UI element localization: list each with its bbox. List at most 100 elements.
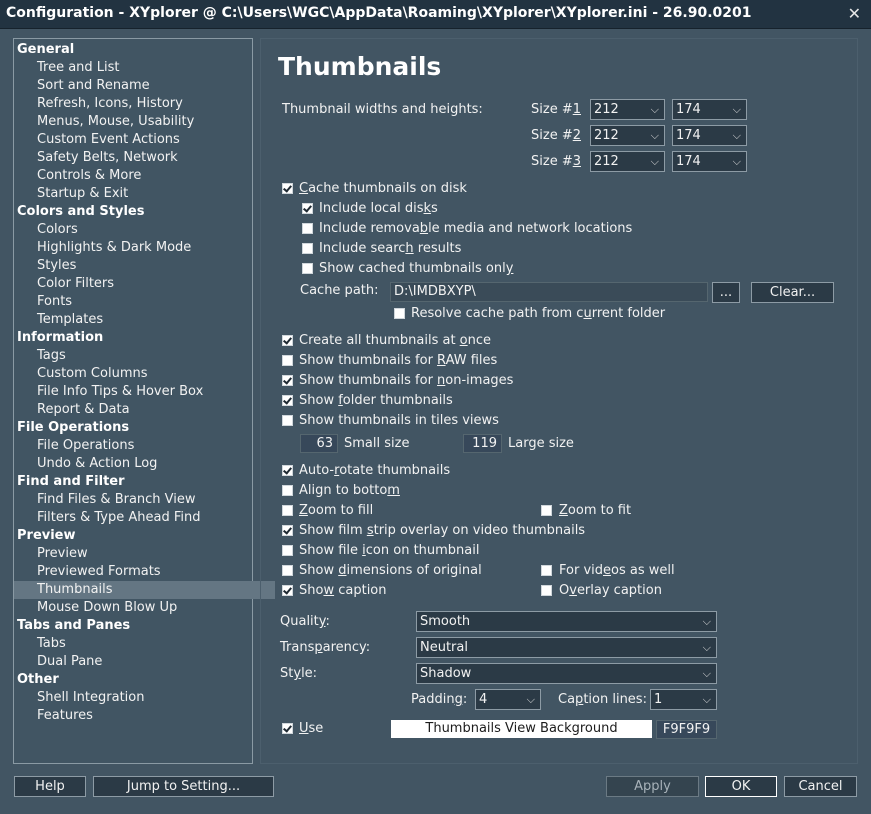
tree-item-find-files-branch[interactable]: Find Files & Branch View [14,491,275,509]
zoom-fill-label[interactable]: Zoom to fill [299,503,373,518]
tree-item-mouse-down-blow-up[interactable]: Mouse Down Blow Up [14,599,275,617]
tree-category-tabs-and-panes[interactable]: Tabs and Panes [14,617,255,635]
tree-item-features[interactable]: Features [14,707,275,725]
style-select[interactable]: Shadow ⌵ [416,663,717,684]
tree-item-sort-and-rename[interactable]: Sort and Rename [14,77,275,95]
overlay-caption-checkbox[interactable] [541,585,552,596]
tree-item-file-info-tips[interactable]: File Info Tips & Hover Box [14,383,275,401]
show-cached-only-label[interactable]: Show cached thumbnails only [319,261,513,276]
tree-item-controls-more[interactable]: Controls & More [14,167,275,185]
background-color-button[interactable]: Thumbnails View Background [391,720,652,738]
include-removable-checkbox[interactable] [302,223,313,234]
use-background-label[interactable]: Use [299,721,323,736]
tree-item-tags[interactable]: Tags [14,347,275,365]
tree-item-previewed-formats[interactable]: Previewed Formats [14,563,275,581]
browse-button[interactable]: ... [712,282,740,303]
tree-item-undo-action-log[interactable]: Undo & Action Log [14,455,275,473]
tree-item-dual-pane[interactable]: Dual Pane [14,653,275,671]
tree-category-find-and-filter[interactable]: Find and Filter [14,473,255,491]
overlay-caption-label[interactable]: Overlay caption [559,583,662,598]
file-icon-label[interactable]: Show file icon on thumbnail [299,543,479,558]
large-size-input[interactable]: 119 [463,434,502,453]
show-cached-only-checkbox[interactable] [302,263,313,274]
film-strip-label[interactable]: Show film strip overlay on video thumbna… [299,523,585,538]
tree-item-fonts[interactable]: Fonts [14,293,275,311]
size2-width-select[interactable]: 212 ⌵ [590,125,665,146]
include-removable-label[interactable]: Include removable media and network loca… [319,221,632,236]
tree-item-startup-exit[interactable]: Startup & Exit [14,185,275,203]
show-raw-label[interactable]: Show thumbnails for RAW files [299,353,497,368]
tree-category-other[interactable]: Other [14,671,255,689]
zoom-fit-label[interactable]: Zoom to fit [559,503,631,518]
cache-on-disk-checkbox[interactable] [282,183,293,194]
tree-category-general[interactable]: General [14,41,255,59]
resolve-cache-label[interactable]: Resolve cache path from current folder [411,306,665,321]
small-size-input[interactable]: 63 [300,434,338,453]
tree-category-information[interactable]: Information [14,329,255,347]
ok-button[interactable]: OK [705,776,777,797]
dimensions-label[interactable]: Show dimensions of original [299,563,482,578]
create-all-label[interactable]: Create all thumbnails at once [299,333,491,348]
tree-item-highlights-dark-mode[interactable]: Highlights & Dark Mode [14,239,275,257]
size1-height-select[interactable]: 174 ⌵ [672,99,747,120]
tree-item-safety-belts-network[interactable]: Safety Belts, Network [14,149,275,167]
background-color-value[interactable]: F9F9F9 [656,720,717,739]
film-strip-checkbox[interactable] [282,525,293,536]
size1-width-select[interactable]: 212 ⌵ [590,99,665,120]
tree-item-colors[interactable]: Colors [14,221,275,239]
tree-category-colors-and-styles[interactable]: Colors and Styles [14,203,255,221]
tree-item-styles[interactable]: Styles [14,257,275,275]
tree-item-menus-mouse-usability[interactable]: Menus, Mouse, Usability [14,113,275,131]
show-folder-checkbox[interactable] [282,395,293,406]
tree-item-tabs[interactable]: Tabs [14,635,275,653]
videos-as-well-label[interactable]: For videos as well [559,563,675,578]
tree-item-shell-integration[interactable]: Shell Integration [14,689,275,707]
create-all-checkbox[interactable] [282,335,293,346]
transparency-select[interactable]: Neutral ⌵ [416,637,717,658]
size3-height-select[interactable]: 174 ⌵ [672,151,747,172]
tree-item-filters-type-ahead[interactable]: Filters & Type Ahead Find [14,509,275,527]
tree-item-preview[interactable]: Preview [14,545,275,563]
clear-button[interactable]: Clear... [751,282,834,303]
include-search-label[interactable]: Include search results [319,241,461,256]
use-background-checkbox[interactable] [282,723,293,734]
tree-item-custom-event-actions[interactable]: Custom Event Actions [14,131,275,149]
auto-rotate-checkbox[interactable] [282,465,293,476]
zoom-fit-checkbox[interactable] [541,505,552,516]
tree-category-preview[interactable]: Preview [14,527,255,545]
cache-on-disk-label[interactable]: Cache thumbnails on disk [299,181,467,196]
tree-item-tree-and-list[interactable]: Tree and List [14,59,275,77]
show-raw-checkbox[interactable] [282,355,293,366]
padding-select[interactable]: 4 ⌵ [475,689,541,710]
quality-select[interactable]: Smooth ⌵ [416,611,717,632]
apply-button[interactable]: Apply [606,776,699,797]
auto-rotate-label[interactable]: Auto-rotate thumbnails [299,463,450,478]
tree-item-thumbnails[interactable]: Thumbnails [14,581,275,599]
cache-path-input[interactable]: D:\IMDBXYP\ [390,282,708,302]
tree-item-report-data[interactable]: Report & Data [14,401,275,419]
include-local-checkbox[interactable] [302,203,313,214]
align-bottom-checkbox[interactable] [282,485,293,496]
size2-height-select[interactable]: 174 ⌵ [672,125,747,146]
resolve-cache-checkbox[interactable] [394,308,405,319]
show-caption-label[interactable]: Show caption [299,583,387,598]
show-tiles-label[interactable]: Show thumbnails in tiles views [299,413,499,428]
category-tree[interactable]: General Tree and List Sort and Rename Re… [13,38,275,764]
tree-item-refresh-icons-history[interactable]: Refresh, Icons, History [14,95,275,113]
tree-item-templates[interactable]: Templates [14,311,275,329]
tree-item-custom-columns[interactable]: Custom Columns [14,365,275,383]
caption-lines-select[interactable]: 1 ⌵ [650,689,717,710]
size3-width-select[interactable]: 212 ⌵ [590,151,665,172]
file-icon-checkbox[interactable] [282,545,293,556]
close-icon[interactable]: ✕ [848,4,861,23]
cancel-button[interactable]: Cancel [784,776,857,797]
show-tiles-checkbox[interactable] [282,415,293,426]
tree-item-file-operations[interactable]: File Operations [14,437,275,455]
show-non-images-label[interactable]: Show thumbnails for non-images [299,373,513,388]
show-folder-label[interactable]: Show folder thumbnails [299,393,453,408]
videos-as-well-checkbox[interactable] [541,565,552,576]
jump-to-setting-button[interactable]: Jump to Setting... [93,776,274,797]
include-local-label[interactable]: Include local disks [319,201,438,216]
align-bottom-label[interactable]: Align to bottom [299,483,400,498]
show-non-images-checkbox[interactable] [282,375,293,386]
